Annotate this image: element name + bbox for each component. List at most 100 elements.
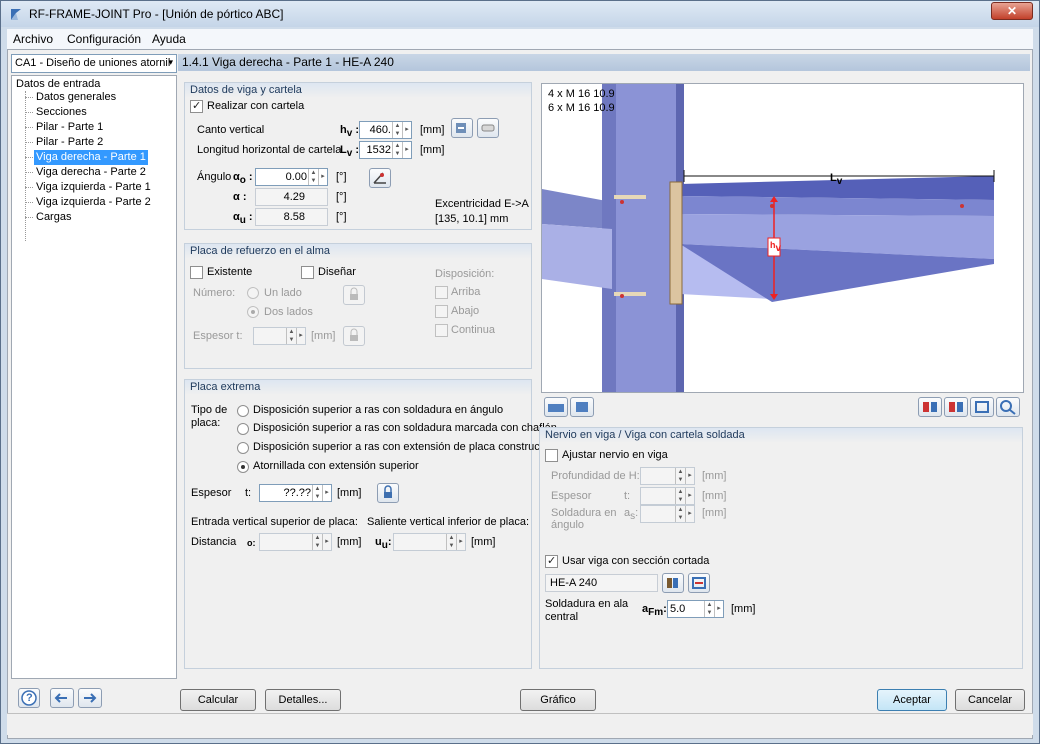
top-checkbox[interactable]	[435, 286, 448, 299]
top-label: Arriba	[451, 286, 481, 298]
haunch-checkbox[interactable]	[190, 99, 203, 113]
edit-section-icon	[692, 577, 706, 589]
help-button[interactable]: ?	[18, 688, 40, 708]
endplate-group-title: Placa extrema	[185, 380, 531, 395]
case-select-value: CA1 - Diseño de uniones atornil	[15, 57, 171, 69]
endplate-thickness-input[interactable]: ??.?? ▲ ▼ ▸	[259, 484, 332, 502]
tree-item-pilar-2[interactable]: Pilar - Parte 2	[34, 135, 105, 150]
graphic-button[interactable]: Gráfico	[520, 689, 596, 711]
reset-view-button[interactable]	[996, 397, 1020, 417]
existing-label: Existente	[207, 266, 253, 278]
details-button[interactable]: Detalles...	[265, 689, 341, 711]
rib-weld-input[interactable]: ▲ ▼ ▸	[640, 505, 695, 523]
endplate-lock-button[interactable]	[377, 483, 399, 503]
alphau-field: 8.58	[255, 208, 328, 226]
design-checkbox[interactable]	[301, 266, 314, 279]
rib-as-symbol: as:	[624, 507, 639, 523]
web-weld-input[interactable]: 5.0 ▲ ▼ ▸	[667, 600, 724, 618]
tree-item-viga-derecha-1[interactable]: Viga derecha - Parte 1	[34, 150, 148, 165]
hv-label: hv	[770, 240, 782, 254]
iso-icon	[975, 401, 989, 413]
haunch-group-title: Datos de viga y cartela	[185, 83, 531, 98]
section-library-button[interactable]	[662, 573, 684, 593]
select-depth-button[interactable]	[451, 118, 473, 138]
thickness-input[interactable]: ▲ ▼ ▸	[253, 327, 306, 345]
existing-checkbox[interactable]	[190, 266, 203, 279]
one-side-radio[interactable]	[247, 287, 259, 299]
number-label: Número:	[193, 287, 236, 299]
tree-item-secciones[interactable]: Secciones	[34, 105, 89, 120]
lock-icon	[350, 287, 358, 300]
tree-item-datos-generales[interactable]: Datos generales	[34, 90, 118, 105]
haunch-checkbox-label: Realizar con cartela	[207, 100, 305, 112]
bottom-checkbox[interactable]	[435, 305, 448, 318]
view-z-button[interactable]	[944, 397, 968, 417]
menu-ayuda[interactable]: Ayuda	[152, 32, 186, 46]
continuous-checkbox[interactable]	[435, 324, 448, 337]
option-0-label: Disposición superior a ras con soldadura…	[253, 404, 504, 416]
rib-group: Nervio en viga / Viga con cartela soldad…	[539, 427, 1023, 669]
tree-item-viga-izquierda-1[interactable]: Viga izquierda - Parte 1	[34, 180, 153, 195]
top-distance-input[interactable]: ▲ ▼ ▸	[259, 533, 332, 551]
chevron-down-icon: ▾	[168, 57, 173, 67]
client-area: CA1 - Diseño de uniones atornil ▾ Datos d…	[7, 49, 1033, 739]
lock-icon	[350, 328, 358, 341]
title-bar: RF-FRAME-JOINT Pro - [Unión de pórtico A…	[1, 1, 1039, 27]
tree-item-viga-izquierda-2[interactable]: Viga izquierda - Parte 2	[34, 195, 153, 210]
option-2-radio[interactable]	[237, 442, 249, 454]
alpha0-input[interactable]: 0.00 ▲ ▼ ▸	[255, 168, 328, 186]
design-label: Diseñar	[318, 266, 356, 278]
angle-icon	[373, 172, 386, 184]
alphau-unit: [°]	[336, 211, 347, 223]
bottom-distance-input[interactable]: ▲ ▼ ▸	[393, 533, 466, 551]
option-0-radio[interactable]	[237, 405, 249, 417]
lv-label: Lv	[830, 172, 843, 188]
option-3-radio[interactable]	[237, 461, 249, 473]
option-2-label: Disposición superior a ras con extensión…	[253, 441, 557, 453]
tree-item-pilar-1[interactable]: Pilar - Parte 1	[34, 120, 105, 135]
view-y-button[interactable]	[918, 397, 942, 417]
export-button[interactable]	[78, 688, 102, 708]
case-select[interactable]: CA1 - Diseño de uniones atornil ▾	[11, 54, 177, 73]
lock-button[interactable]	[343, 285, 365, 305]
export-icon	[84, 693, 97, 703]
menu-archivo[interactable]: Archivo	[13, 32, 53, 46]
adjust-rib-checkbox[interactable]	[545, 449, 558, 462]
angle-pick-button[interactable]	[369, 168, 391, 188]
accept-button[interactable]: Aceptar	[877, 689, 947, 711]
endplate-t-symbol: t:	[245, 487, 252, 499]
adjust-rib-label: Ajustar nervio en viga	[562, 449, 668, 461]
use-cut-section-checkbox[interactable]	[545, 554, 558, 568]
length-input[interactable]: 1532 ▲ ▼ ▸	[359, 141, 412, 159]
clear-depth-button[interactable]	[477, 118, 499, 138]
menu-configuracion[interactable]: Configuración	[67, 32, 141, 46]
close-button[interactable]: ✕	[991, 2, 1033, 20]
rib-thickness-label: Espesor	[551, 490, 592, 502]
calculate-button[interactable]: Calcular	[180, 689, 256, 711]
eccentricity-value: [135, 10.1] mm	[435, 213, 509, 225]
alpha0-unit: [°]	[336, 171, 347, 183]
view-side-button[interactable]	[570, 397, 594, 417]
length-label: Longitud horizontal de cartela	[197, 144, 342, 156]
rib-depth-input[interactable]: ▲ ▼ ▸	[640, 467, 695, 485]
tree-item-viga-derecha-2[interactable]: Viga derecha - Parte 2	[34, 165, 148, 180]
lock-button-2[interactable]	[343, 326, 365, 346]
view-front-button[interactable]	[544, 397, 568, 417]
one-side-label: Un lado	[264, 287, 302, 299]
bolt-label-1: 4 x M 16 10.9	[548, 88, 615, 100]
rib-thickness-input[interactable]: ▲ ▼ ▸	[640, 487, 695, 505]
endplate-thickness-label: Espesor	[191, 487, 232, 499]
depth-input[interactable]: 460. ▲ ▼ ▸	[359, 121, 412, 139]
tree-root[interactable]: Datos de entrada	[16, 78, 100, 90]
length-symbol: Lv :	[340, 144, 360, 160]
endplate-group: Placa extrema Tipo de placa: Disposición…	[184, 379, 557, 669]
tree-item-cargas[interactable]: Cargas	[34, 210, 73, 225]
view-iso-button[interactable]	[970, 397, 994, 417]
section-edit-button[interactable]	[688, 573, 710, 593]
thickness-label: Espesor t:	[193, 330, 243, 342]
import-button[interactable]	[50, 688, 74, 708]
joint-graphic[interactable]: 4 x M 16 10.9 6 x M 16 10.9 Lv hv	[541, 83, 1024, 393]
cancel-button[interactable]: Cancelar	[955, 689, 1025, 711]
option-1-radio[interactable]	[237, 423, 249, 435]
two-sides-radio[interactable]	[247, 306, 259, 318]
